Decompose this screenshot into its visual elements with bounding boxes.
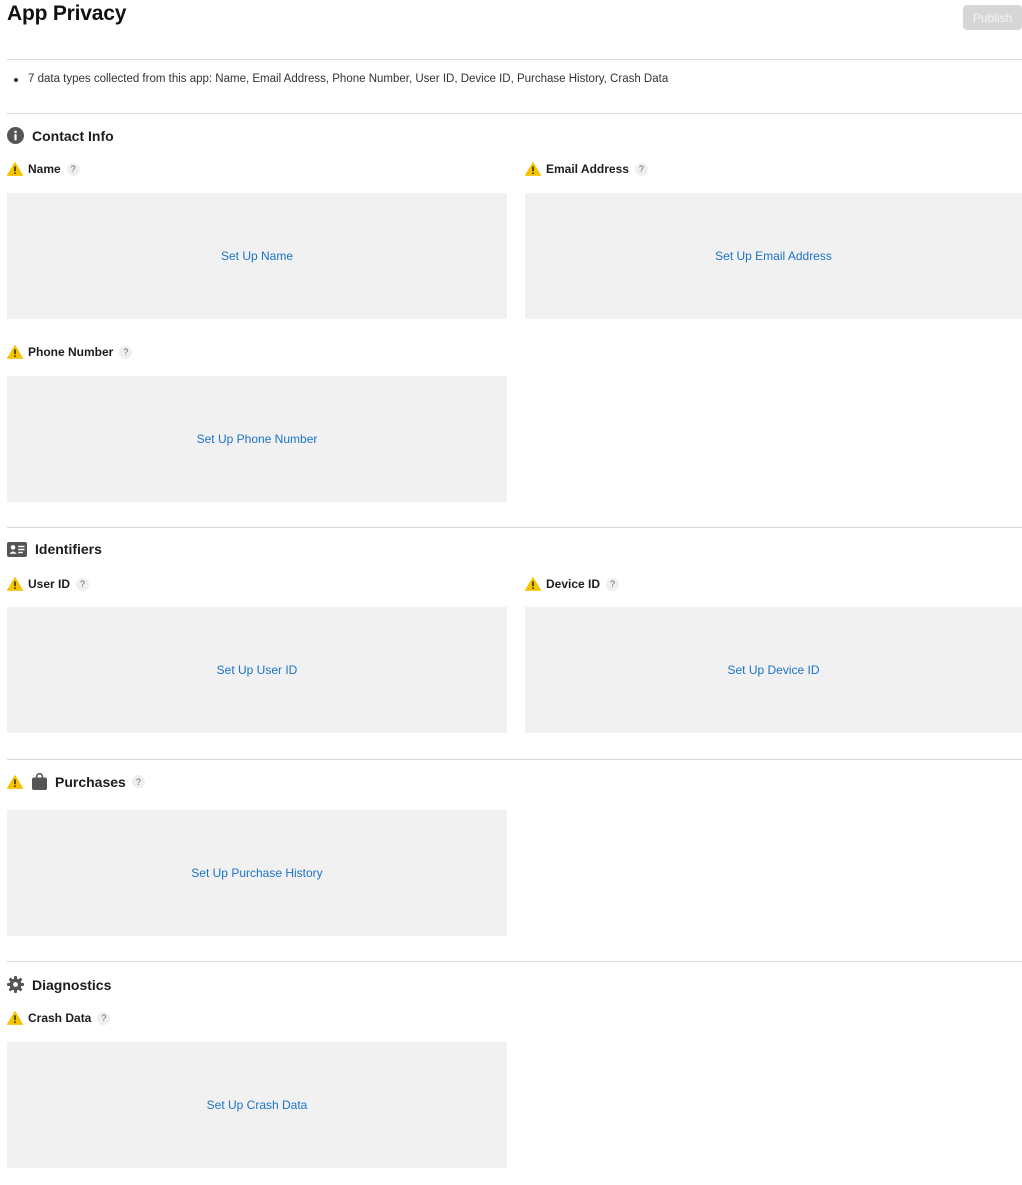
publish-button[interactable]: Publish	[963, 5, 1022, 30]
item-label-text: Email Address	[546, 162, 629, 176]
help-icon[interactable]: ?	[119, 345, 133, 359]
item-label-text: Phone Number	[28, 345, 114, 359]
setup-box-user-id: Set Up User ID	[7, 607, 507, 733]
section-header-identifiers: Identifiers	[7, 541, 102, 557]
set-up-user-id-link[interactable]: Set Up User ID	[217, 663, 298, 677]
section-header-contact-info: Contact Info	[7, 127, 114, 144]
warning-icon	[7, 345, 23, 359]
section-title: Contact Info	[32, 127, 114, 144]
help-icon[interactable]: ?	[97, 1011, 111, 1025]
item-label-text: User ID	[28, 577, 71, 591]
item-label-text: Name	[28, 162, 61, 176]
data-type-label-email-address: Email Address ?	[525, 162, 648, 176]
divider	[7, 527, 1022, 528]
section-title: Identifiers	[35, 541, 102, 557]
data-type-label-device-id: Device ID ?	[525, 577, 620, 591]
warning-icon	[7, 774, 23, 789]
set-up-device-id-link[interactable]: Set Up Device ID	[727, 663, 819, 677]
divider	[7, 961, 1022, 962]
divider	[7, 759, 1022, 760]
warning-icon	[7, 1011, 23, 1025]
gear-icon	[7, 976, 24, 993]
id-card-icon	[7, 541, 27, 557]
setup-box-purchase-history: Set Up Purchase History	[7, 810, 507, 936]
data-type-label-user-id: User ID ?	[7, 577, 507, 591]
setup-box-phone-number: Set Up Phone Number	[7, 376, 507, 502]
help-icon[interactable]: ?	[634, 162, 648, 176]
help-icon[interactable]: ?	[606, 577, 620, 591]
set-up-name-link[interactable]: Set Up Name	[221, 249, 293, 263]
warning-icon	[7, 577, 23, 591]
help-icon[interactable]: ?	[131, 775, 145, 788]
data-type-label-name: Name ?	[7, 162, 507, 176]
help-icon[interactable]: ?	[66, 162, 80, 176]
setup-box-crash-data: Set Up Crash Data	[7, 1042, 507, 1168]
summary-text: 7 data types collected from this app: Na…	[28, 73, 669, 85]
help-icon[interactable]: ?	[76, 577, 90, 591]
item-label-text: Crash Data	[28, 1011, 92, 1025]
setup-box-name: Set Up Name	[7, 193, 507, 319]
set-up-purchase-history-link[interactable]: Set Up Purchase History	[191, 866, 322, 880]
warning-icon	[525, 162, 541, 176]
info-icon	[7, 127, 24, 144]
data-type-label-phone-number: Phone Number ?	[7, 345, 507, 359]
data-type-label-crash-data: Crash Data ?	[7, 1011, 507, 1025]
section-title: Purchases	[55, 773, 126, 790]
shopping-bag-icon	[32, 773, 47, 790]
section-header-diagnostics: Diagnostics	[7, 976, 111, 993]
bullet-icon	[14, 77, 18, 82]
section-header-purchases: Purchases ?	[7, 773, 145, 790]
warning-icon	[525, 577, 541, 591]
divider	[7, 59, 1022, 60]
divider	[7, 113, 1022, 114]
set-up-phone-number-link[interactable]: Set Up Phone Number	[197, 432, 318, 446]
setup-box-device-id: Set Up Device ID	[525, 607, 1022, 733]
warning-icon	[7, 162, 23, 176]
set-up-crash-data-link[interactable]: Set Up Crash Data	[207, 1098, 308, 1112]
data-types-summary: 7 data types collected from this app: Na…	[14, 73, 668, 85]
section-title: Diagnostics	[32, 976, 112, 993]
set-up-email-address-link[interactable]: Set Up Email Address	[715, 249, 832, 263]
setup-box-email-address: Set Up Email Address	[525, 193, 1022, 319]
page-title: App Privacy	[7, 2, 127, 25]
item-label-text: Device ID	[546, 577, 601, 591]
